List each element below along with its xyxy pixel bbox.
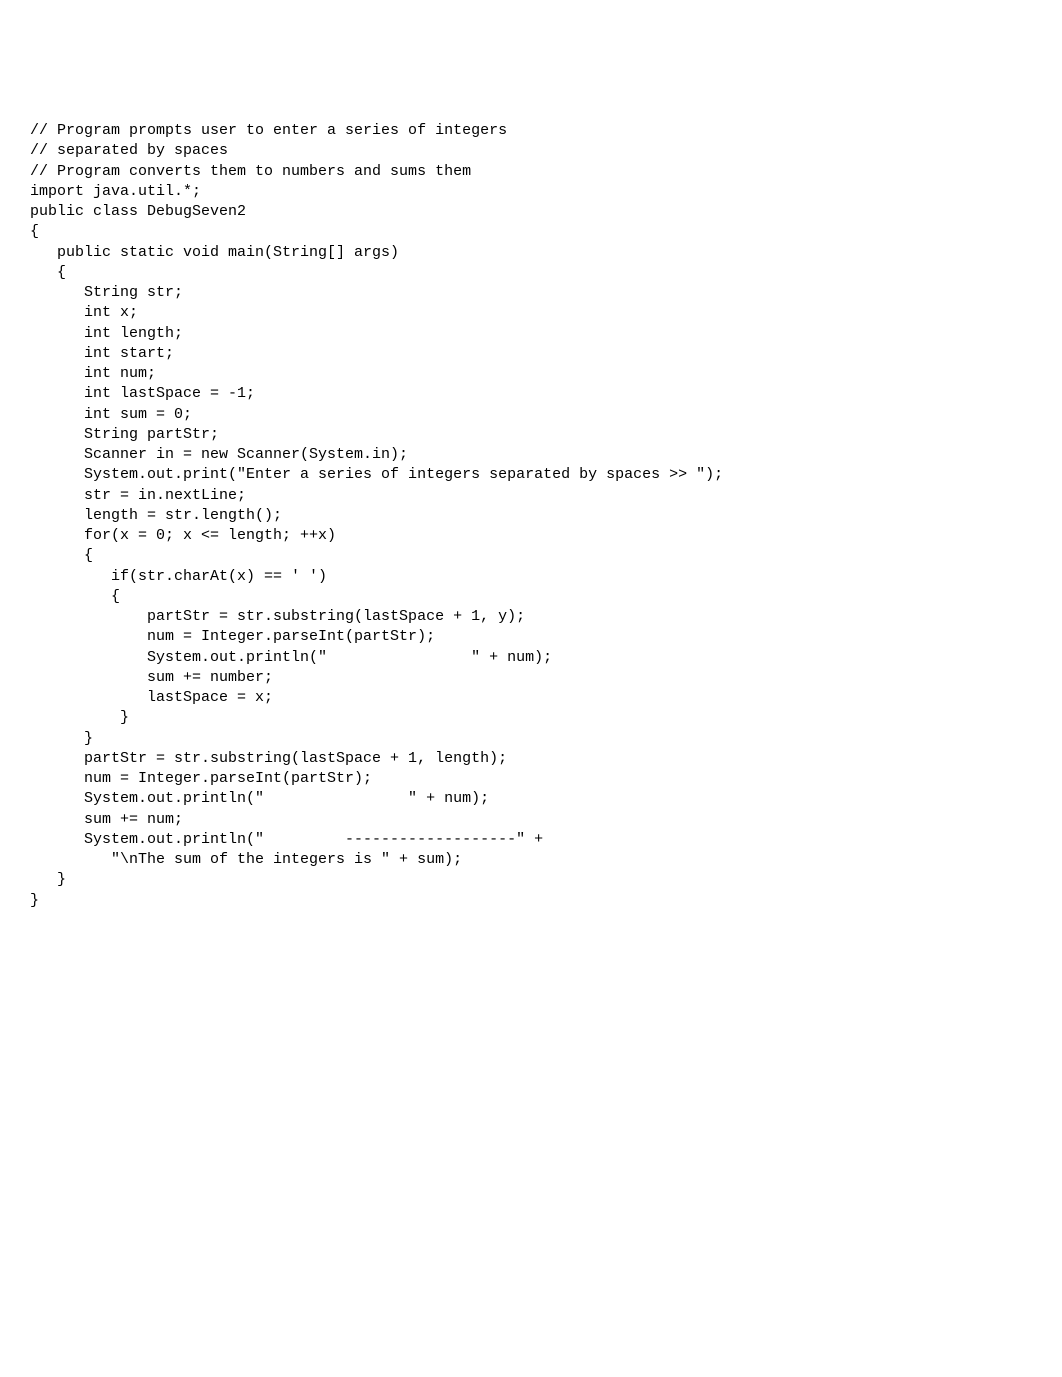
code-line: // separated by spaces xyxy=(30,142,228,159)
code-line: Scanner in = new Scanner(System.in); xyxy=(30,446,408,463)
code-line: String str; xyxy=(30,284,183,301)
code-line: { xyxy=(30,264,66,281)
code-line: import java.util.*; xyxy=(30,183,201,200)
code-line: } xyxy=(30,871,66,888)
code-line: length = str.length(); xyxy=(30,507,282,524)
code-line: } xyxy=(30,730,93,747)
code-line: lastSpace = x; xyxy=(30,689,273,706)
code-line: int num; xyxy=(30,365,156,382)
code-block: // Program prompts user to enter a serie… xyxy=(30,121,1032,911)
code-line: } xyxy=(30,709,129,726)
code-line: { xyxy=(30,588,120,605)
code-line: { xyxy=(30,223,39,240)
code-line: System.out.println(" -------------------… xyxy=(30,831,543,848)
code-line: System.out.print("Enter a series of inte… xyxy=(30,466,723,483)
code-line: for(x = 0; x <= length; ++x) xyxy=(30,527,336,544)
code-line: { xyxy=(30,547,93,564)
code-line: str = in.nextLine; xyxy=(30,487,246,504)
code-line: partStr = str.substring(lastSpace + 1, y… xyxy=(30,608,525,625)
code-line: int lastSpace = -1; xyxy=(30,385,255,402)
code-line: sum += number; xyxy=(30,669,273,686)
code-line: } xyxy=(30,892,39,909)
code-line: "\nThe sum of the integers is " + sum); xyxy=(30,851,462,868)
code-line: num = Integer.parseInt(partStr); xyxy=(30,628,435,645)
code-line: num = Integer.parseInt(partStr); xyxy=(30,770,372,787)
code-line: partStr = str.substring(lastSpace + 1, l… xyxy=(30,750,507,767)
code-line: int length; xyxy=(30,325,183,342)
code-line: sum += num; xyxy=(30,811,183,828)
code-line: int start; xyxy=(30,345,174,362)
code-line: public class DebugSeven2 xyxy=(30,203,246,220)
code-line: int x; xyxy=(30,304,138,321)
code-line: System.out.println(" " + num); xyxy=(30,649,552,666)
code-line: // Program converts them to numbers and … xyxy=(30,163,471,180)
code-line: String partStr; xyxy=(30,426,219,443)
code-line: int sum = 0; xyxy=(30,406,192,423)
code-line: // Program prompts user to enter a serie… xyxy=(30,122,507,139)
code-line: System.out.println(" " + num); xyxy=(30,790,489,807)
code-line: public static void main(String[] args) xyxy=(30,244,399,261)
code-line: if(str.charAt(x) == ' ') xyxy=(30,568,327,585)
